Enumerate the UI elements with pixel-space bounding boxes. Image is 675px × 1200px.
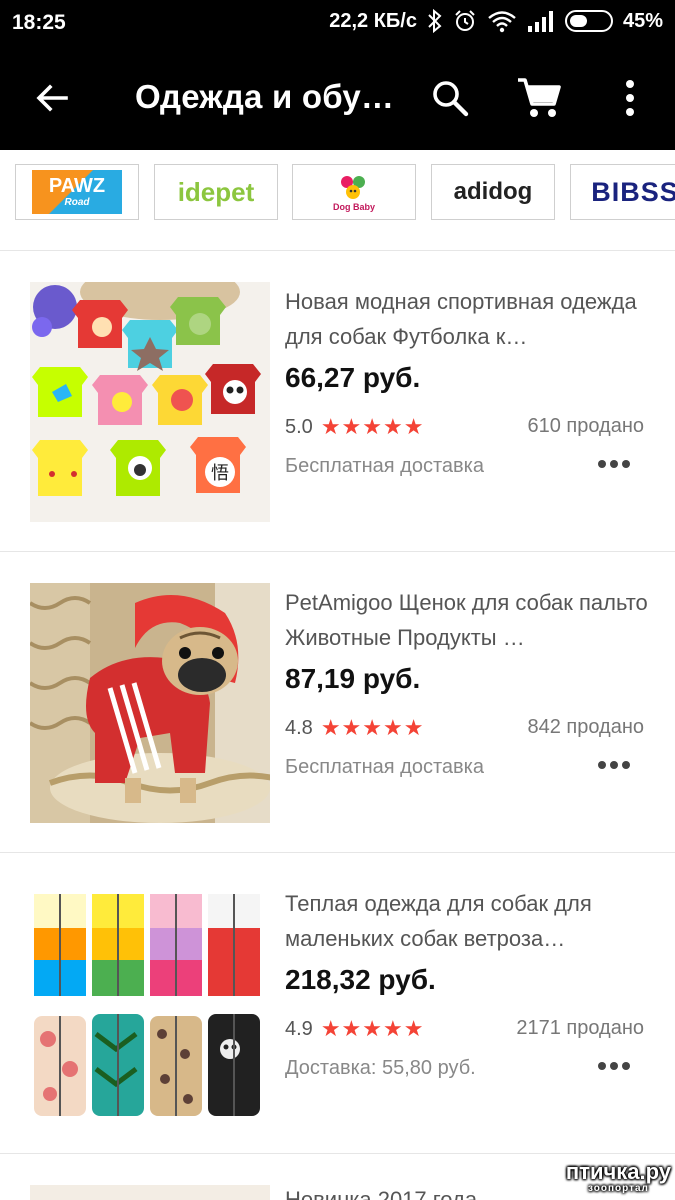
rating-value: 4.9: [285, 1017, 313, 1040]
sold-count: 842 продано: [527, 716, 644, 738]
shipping-info: Доставка: 55,80 руб.: [285, 1057, 476, 1079]
next-product-title[interactable]: Новинка 2017 года: [285, 1187, 477, 1200]
battery-icon: [564, 10, 613, 32]
next-product-image[interactable]: [30, 1185, 270, 1200]
product-card[interactable]: 悟 Новая модная спортивная одежда для соб…: [0, 252, 675, 552]
product-image[interactable]: [30, 583, 270, 823]
product-price: 87,19 руб.: [285, 663, 421, 694]
app-bar: Одежда и обу…: [0, 46, 675, 150]
product-card[interactable]: PetAmigoo Щенок для собак пальто Животны…: [0, 553, 675, 853]
rating-value: 4.8: [285, 716, 313, 739]
cart-icon[interactable]: [515, 74, 563, 122]
sold-count: 2171 продано: [516, 1017, 644, 1039]
adidog-logo: adidog: [453, 178, 533, 205]
brand-chip-adidog[interactable]: adidog: [431, 164, 555, 220]
product-title[interactable]: Теплая одежда для собак для маленьких со…: [285, 886, 650, 956]
watermark: птичка.ру зоопортал: [565, 1159, 671, 1195]
alarm-icon: [455, 10, 475, 31]
product-title[interactable]: PetAmigoo Щенок для собак пальто Животны…: [285, 585, 650, 655]
network-speed: 22,2 КБ/с: [329, 9, 417, 32]
bluetooth-icon: [428, 9, 442, 33]
search-icon[interactable]: [428, 76, 472, 120]
page-title: Одежда и обу…: [135, 78, 395, 115]
more-vert-icon[interactable]: [610, 76, 650, 120]
more-horiz-icon[interactable]: [596, 1054, 632, 1078]
more-horiz-icon[interactable]: [596, 753, 632, 777]
brand-chip-idepet[interactable]: idepet: [154, 164, 278, 220]
rating-stars-icon: ★★★★★: [320, 1016, 425, 1041]
dog-tshirts-image: 悟: [30, 282, 270, 522]
status-time: 18:25: [12, 11, 66, 34]
dog-vests-image: [30, 884, 270, 1124]
status-bar: 18:25 22,2 КБ/с 45%: [0, 0, 675, 46]
rating-stars-icon: ★★★★★: [320, 715, 425, 740]
rating-value: 5.0: [285, 415, 313, 438]
back-arrow-icon[interactable]: [30, 76, 74, 120]
brand-chip-pawz[interactable]: PAWZ Road: [15, 164, 139, 220]
brand-chip-bibss[interactable]: BIBSS: [570, 164, 675, 220]
battery-percent: 45%: [622, 9, 663, 32]
product-price: 66,27 руб.: [285, 362, 421, 393]
product-rating: 5.0 ★★★★★: [285, 414, 424, 440]
brand-chip-dogbaby[interactable]: Dog Baby: [292, 164, 416, 220]
sold-count: 610 продано: [527, 415, 644, 437]
product-rating: 4.9 ★★★★★: [285, 1016, 424, 1042]
dogbaby-logo: Dog Baby: [333, 172, 375, 212]
product-rating: 4.8 ★★★★★: [285, 715, 424, 741]
product-image[interactable]: 悟: [30, 282, 270, 522]
shipping-info: Бесплатная доставка: [285, 455, 484, 477]
pawz-logo: PAWZ Road: [32, 170, 122, 214]
wifi-icon: [488, 11, 516, 33]
shipping-info: Бесплатная доставка: [285, 756, 484, 778]
signal-icon: [527, 11, 553, 32]
product-card[interactable]: Теплая одежда для собак для маленьких со…: [0, 854, 675, 1154]
more-horiz-icon[interactable]: [596, 452, 632, 476]
svg-text:悟: 悟: [211, 463, 229, 484]
status-icons: 22,2 КБ/с 45%: [329, 9, 663, 33]
product-price: 218,32 руб.: [285, 964, 436, 995]
product-image[interactable]: [30, 884, 270, 1124]
rating-stars-icon: ★★★★★: [320, 414, 425, 439]
pug-hoodie-image: [30, 583, 270, 823]
brand-strip: PAWZ Road idepet Dog Baby adidog BIBSS: [0, 150, 675, 251]
idepet-logo: idepet: [177, 176, 255, 207]
bibss-logo: BIBSS: [591, 176, 675, 207]
product-title[interactable]: Новая модная спортивная одежда для собак…: [285, 284, 650, 354]
dog-icon: [340, 176, 365, 199]
